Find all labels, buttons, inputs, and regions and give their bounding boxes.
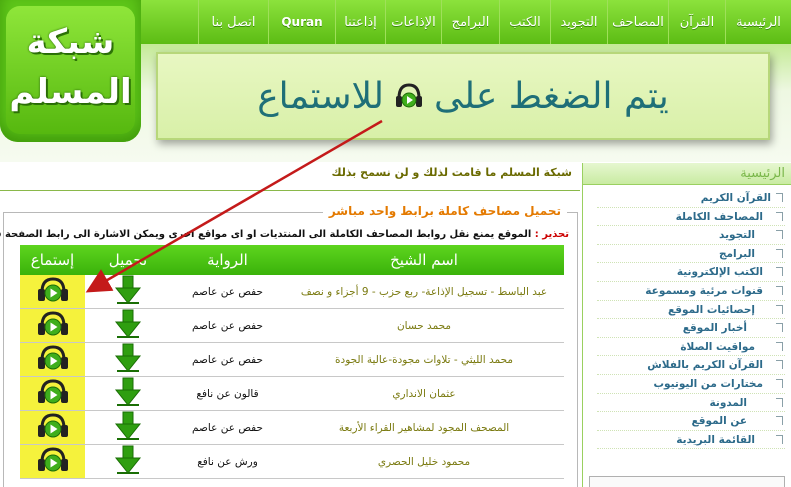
sidebar-title: الرئيسية [583, 163, 791, 185]
sidebar-item-tajweed[interactable]: التجويد [597, 226, 785, 245]
sheikh-name-cell[interactable]: عبد الباسط - تسجيل الإذاعة- ربع حزب - 9 … [284, 275, 564, 308]
headphones-play-icon [36, 412, 70, 444]
sidebar-item-programs[interactable]: البرامج [597, 245, 785, 264]
reciters-table: اسم الشيخ الرواية تحميل إستماع عبد الباس… [20, 245, 564, 479]
download-arrow-icon [114, 411, 142, 445]
nav-item-contact[interactable]: اتصل بنا [198, 0, 268, 44]
download-arrow-icon [114, 309, 142, 343]
banner-text: يتم الضغط على للاستماع [257, 76, 669, 117]
sidebar-item-channels[interactable]: قنوات مرئية ومسموعة [597, 282, 785, 301]
sidebar-item-full-mushafs[interactable]: المصاحف الكاملة [597, 208, 785, 227]
narration-cell: حفص عن عاصم [192, 421, 263, 434]
logo-line-2: المسلم [9, 72, 132, 112]
copy-warning: تحذير : الموقع يمنع نقل روابط المصاحف ال… [0, 229, 569, 240]
table-body: عبد الباسط - تسجيل الإذاعة- ربع حزب - 9 … [20, 275, 564, 479]
headphones-play-icon [36, 310, 70, 342]
nav-item-mushafs[interactable]: المصاحف [607, 0, 668, 44]
listen-button[interactable] [20, 275, 85, 308]
table-row: محمد حسان حفص عن عاصم [20, 309, 564, 343]
headphones-play-icon [394, 81, 424, 111]
sidebar-item-flash-quran[interactable]: القرآن الكريم بالفلاش [597, 356, 785, 375]
sidebar-item-youtube[interactable]: مختارات من اليوتيوب [597, 375, 785, 394]
warning-label: تحذير : [534, 229, 569, 240]
sidebar-item-stats[interactable]: إحصائيات الموقع [597, 301, 785, 320]
listen-button[interactable] [20, 411, 85, 444]
headphones-play-icon [36, 378, 70, 410]
sheikh-name-cell[interactable]: محمد حسان [284, 309, 564, 342]
listen-instruction-banner: يتم الضغط على للاستماع [156, 52, 770, 140]
warning-text: الموقع يمنع نقل روابط المصاحف الكاملة ال… [0, 229, 532, 240]
column-header-narration: الرواية [207, 251, 248, 269]
table-row: محمود خليل الحصري ورش عن نافع [20, 445, 564, 479]
column-header-listen: إستماع [30, 251, 75, 269]
sheikh-name-cell[interactable]: محمود خليل الحصري [284, 445, 564, 478]
sheikh-name-cell[interactable]: عثمان الانداري [284, 377, 564, 410]
news-marquee: شبكة المسلم ما قامت لذلك و لن نسمح بذلك [331, 166, 572, 179]
column-header-sheikh: اسم الشيخ [390, 251, 458, 269]
nav-item-books[interactable]: الكتب [499, 0, 550, 44]
download-arrow-icon [114, 275, 142, 309]
download-arrow-icon [114, 343, 142, 377]
listen-button[interactable] [20, 445, 85, 478]
narration-cell: حفص عن عاصم [192, 319, 263, 332]
panel-title: تحميل مصاحف كاملة برابط واحد مباشر [322, 204, 567, 218]
sidebar-item-holy-quran[interactable]: القرآن الكريم [597, 189, 785, 208]
headphones-play-icon [36, 344, 70, 376]
download-button[interactable] [85, 411, 171, 444]
nav-item-tajweed[interactable]: التجويد [550, 0, 607, 44]
narration-cell: حفص عن عاصم [192, 353, 263, 366]
content-divider [0, 190, 580, 191]
mushaf-download-panel: تحميل مصاحف كاملة برابط واحد مباشر تحذير… [0, 204, 578, 487]
sheikh-name-cell[interactable]: محمد الليثي - تلاوات مجودة-عالية الجودة [284, 343, 564, 376]
download-button[interactable] [85, 377, 171, 410]
banner-text-before: يتم الضغط على [433, 75, 669, 117]
table-row: المصحف المجود لمشاهير القراء الأربعة حفص … [20, 411, 564, 445]
sidebar-item-prayer-times[interactable]: مواقيت الصلاة [597, 338, 785, 357]
sidebar-item-mailing-list[interactable]: القائمة البريدية [597, 431, 785, 450]
logo-badge: شبكة المسلم [6, 6, 135, 134]
sidebar-item-ebooks[interactable]: الكتب الإلكترونية [597, 263, 785, 282]
download-arrow-icon [114, 445, 142, 479]
table-header: اسم الشيخ الرواية تحميل إستماع [20, 245, 564, 275]
listen-button[interactable] [20, 309, 85, 342]
nav-item-home[interactable]: الرئيسية [725, 0, 791, 44]
download-arrow-icon [114, 377, 142, 411]
headphones-play-icon [36, 276, 70, 308]
table-row: عبد الباسط - تسجيل الإذاعة- ربع حزب - 9 … [20, 275, 564, 309]
nav-item-programs[interactable]: البرامج [441, 0, 499, 44]
listen-button[interactable] [20, 343, 85, 376]
logo-line-1: شبكة [26, 22, 115, 62]
sheikh-name-cell[interactable]: المصحف المجود لمشاهير القراء الأربعة [284, 411, 564, 444]
narration-cell: ورش عن نافع [197, 455, 258, 468]
download-button[interactable] [85, 343, 171, 376]
download-button[interactable] [85, 275, 171, 308]
nav-item-quran[interactable]: القرآن [668, 0, 725, 44]
table-row: محمد الليثي - تلاوات مجودة-عالية الجودة ح… [20, 343, 564, 377]
narration-cell: قالون عن نافع [196, 387, 259, 400]
site-logo[interactable]: شبكة المسلم [0, 0, 141, 142]
nav-item-our-radio[interactable]: إذاعتنا [335, 0, 385, 44]
table-row: عثمان الانداري قالون عن نافع [20, 377, 564, 411]
nav-item-quran-en[interactable]: Quran [268, 0, 335, 44]
sidebar-item-blog[interactable]: المدونة [597, 394, 785, 413]
sidebar-item-news[interactable]: أخبار الموقع [597, 319, 785, 338]
nav-item-radios[interactable]: الإذاعات [385, 0, 441, 44]
column-header-download: تحميل [108, 251, 148, 269]
sidebar-menu: القرآن الكريم المصاحف الكاملة التجويد ال… [583, 185, 791, 450]
narration-cell: حفص عن عاصم [192, 285, 263, 298]
download-button[interactable] [85, 309, 171, 342]
main-nav: الرئيسية القرآن المصاحف التجويد الكتب ال… [198, 0, 791, 44]
listen-button[interactable] [20, 377, 85, 410]
sidebar-item-about[interactable]: عن الموقع [597, 412, 785, 431]
headphones-play-icon [36, 446, 70, 478]
download-button[interactable] [85, 445, 171, 478]
banner-text-after: للاستماع [257, 75, 384, 117]
sidebar: الرئيسية القرآن الكريم المصاحف الكاملة ا… [582, 163, 791, 487]
mailing-list-input[interactable] [589, 476, 785, 487]
